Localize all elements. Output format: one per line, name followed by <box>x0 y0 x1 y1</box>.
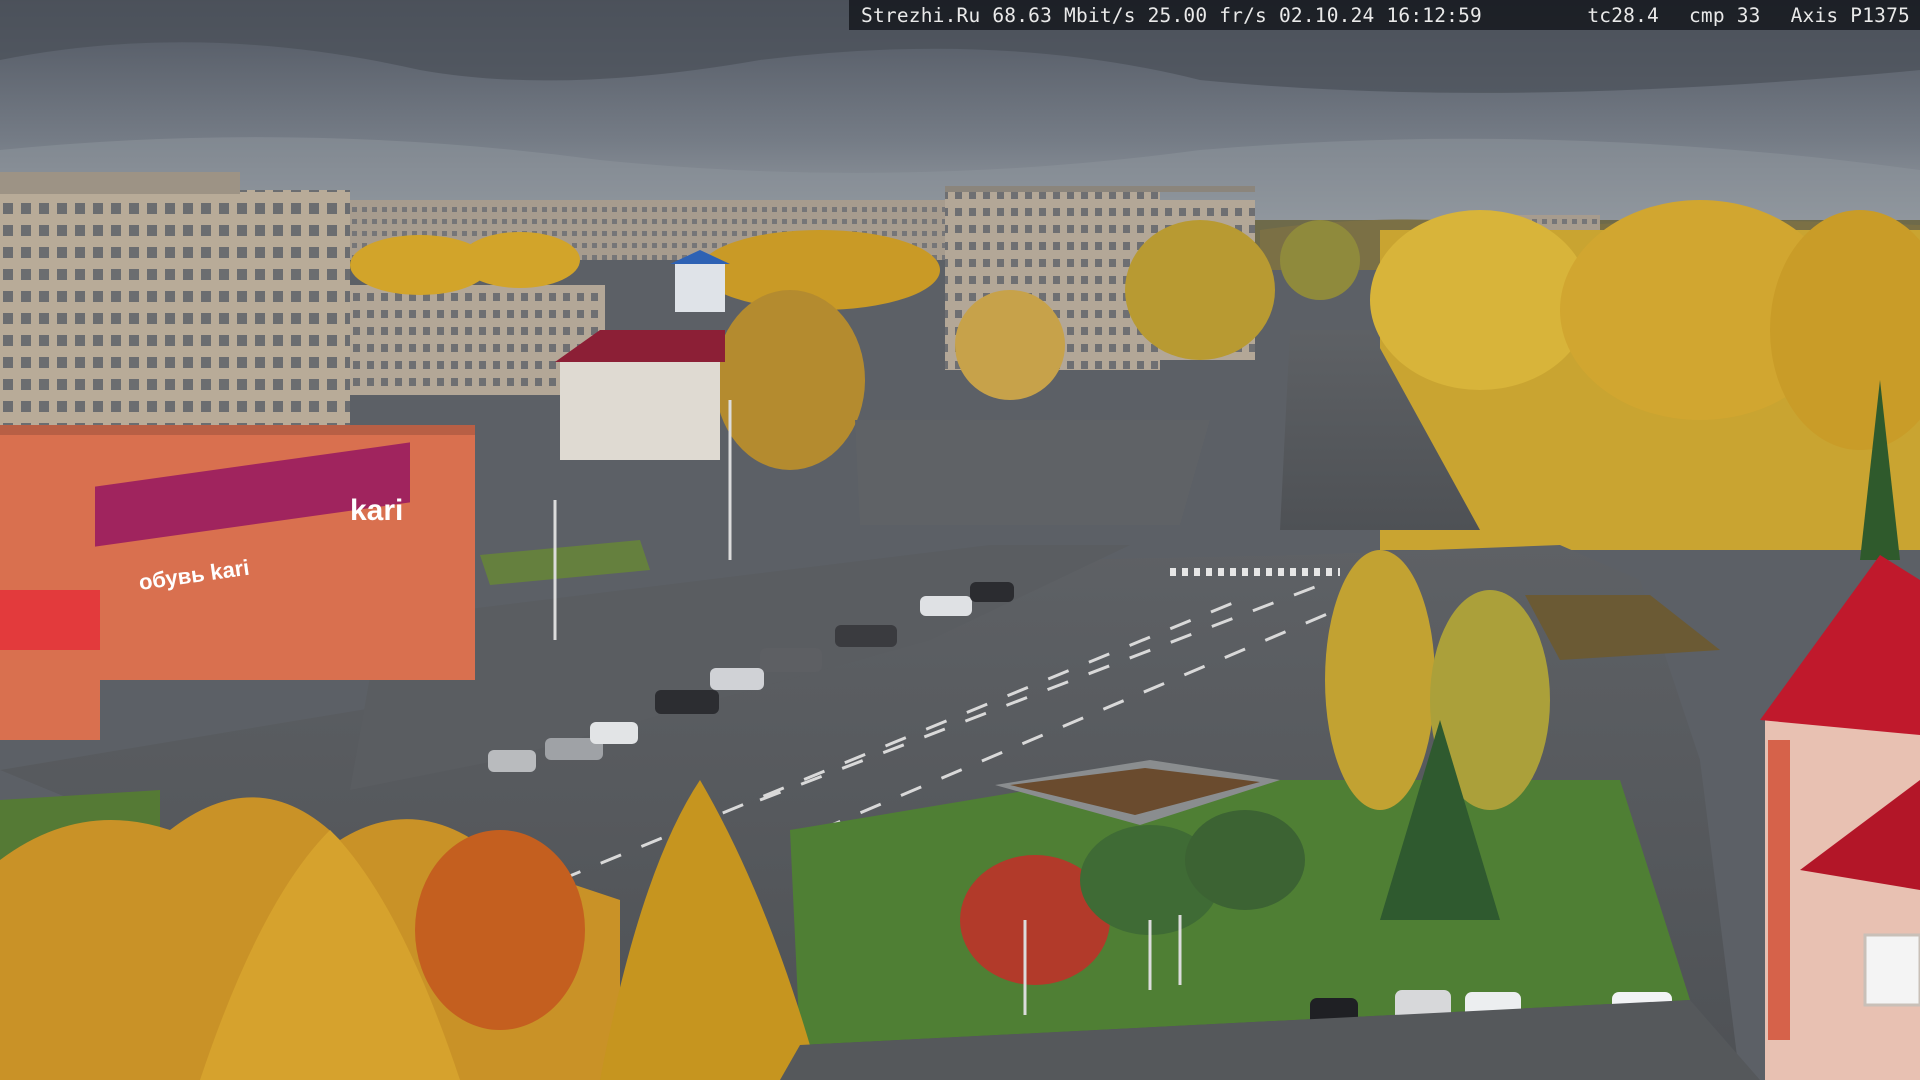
red-roof-tower-sign <box>1768 740 1790 1040</box>
overlay-time: 16:12:59 <box>1386 3 1482 27</box>
red-roof-tower-window <box>1863 933 1920 1007</box>
commercial-building-roof <box>0 425 475 435</box>
camera-info-overlay: Strezhi.Ru 68.63 Mbit/s 25.00 fr/s 02.10… <box>849 0 1920 30</box>
overlay-site: Strezhi.Ru <box>861 3 981 27</box>
lawn-left <box>480 540 650 585</box>
street-scene: kari обувь kari <box>0 0 1920 1080</box>
overlay-main: Strezhi.Ru 68.63 Mbit/s 25.00 fr/s 02.10… <box>861 4 1557 27</box>
overlay-framerate: 25.00 fr/s <box>1147 3 1267 27</box>
webcam-frame: kari обувь kari Strezhi.Ru 68.63 Mbit/s … <box>0 0 1920 1080</box>
small-kiosk <box>675 262 725 312</box>
store-logo: kari <box>350 494 403 527</box>
apartment-roof <box>0 172 240 194</box>
overlay-tc: tc28.4 <box>1587 3 1659 27</box>
red-roof-tower-roof <box>1760 555 1920 735</box>
overlay-cmp: cmp 33 <box>1688 3 1761 27</box>
red-storefront-base <box>0 650 100 740</box>
overlay-camera-model: Axis P1375 <box>1790 3 1910 27</box>
overlay-bitrate: 68.63 Mbit/s <box>992 3 1136 27</box>
tower-roofline <box>945 186 1255 192</box>
red-roof-building <box>560 360 720 460</box>
overlay-date: 02.10.24 <box>1278 3 1375 27</box>
plaza <box>855 420 1210 525</box>
